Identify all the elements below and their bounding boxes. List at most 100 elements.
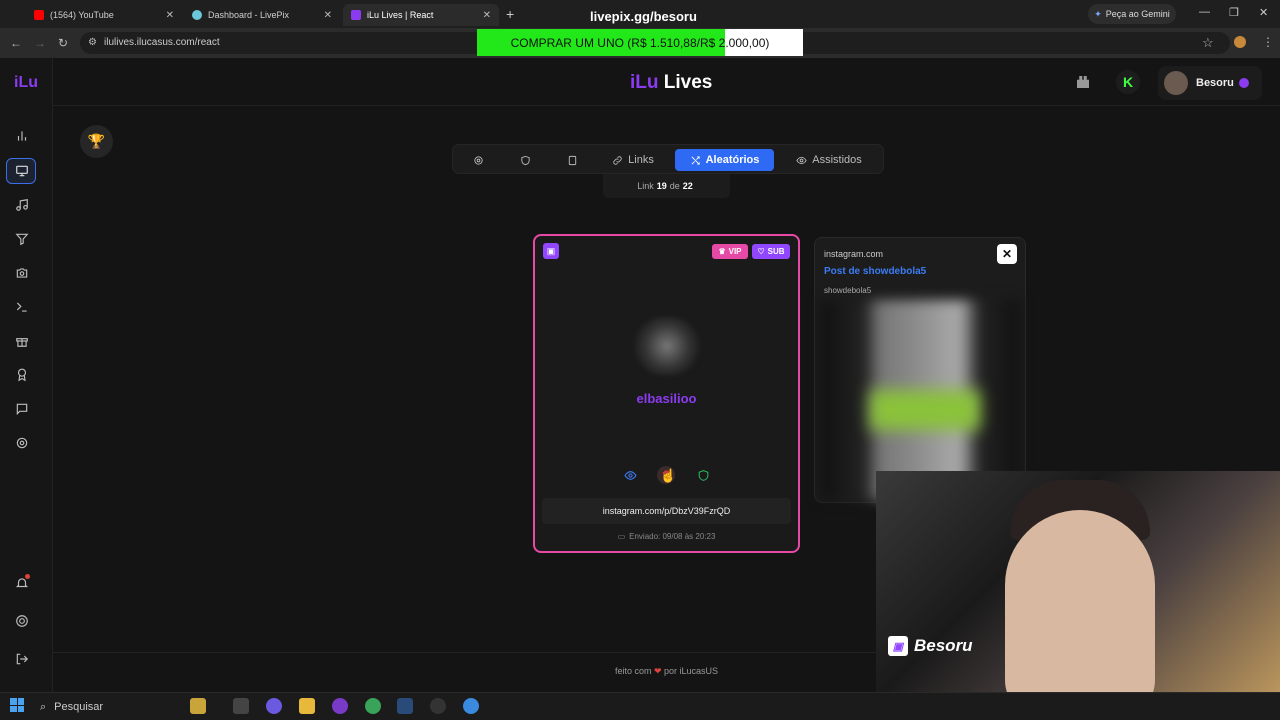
heart-icon: ❤ <box>653 666 665 676</box>
notification-dot <box>25 574 30 579</box>
tab-watched[interactable]: Assistidos <box>787 149 871 171</box>
avatar <box>1164 71 1188 95</box>
card-link-url[interactable]: instagram.com/p/DbzV39FzrQD <box>542 498 791 524</box>
bell-icon[interactable] <box>12 573 32 593</box>
chrome-active-icon[interactable] <box>463 698 479 714</box>
counter-prefix: Link <box>637 181 654 191</box>
tab-random[interactable]: Aleatórios <box>675 149 774 171</box>
eye-icon <box>796 156 807 164</box>
close-window-icon[interactable]: ✕ <box>1259 6 1268 19</box>
bookmark-star-icon[interactable]: ☆ <box>1202 35 1214 51</box>
logout-icon[interactable] <box>12 649 32 669</box>
trophy-button[interactable]: 🏆 <box>80 125 113 158</box>
tab-label: Aleatórios <box>705 154 760 166</box>
browser-tab-ilu[interactable]: iLu Lives | React ✕ <box>343 4 499 26</box>
counter-total: 22 <box>682 181 693 191</box>
close-preview-button[interactable]: ✕ <box>997 244 1017 264</box>
steam-icon[interactable] <box>397 698 413 714</box>
sender-username: elbasilioo <box>636 391 697 406</box>
back-icon[interactable]: ← <box>10 36 22 50</box>
counter-sep: de <box>669 181 680 191</box>
twitch-icon: ▣ <box>543 243 559 259</box>
preview-user: showdebola5 <box>824 286 872 295</box>
webcam-name: Besoru <box>914 636 973 655</box>
sub-badge: ♡ SUB <box>752 244 790 259</box>
close-icon[interactable]: ✕ <box>483 10 491 21</box>
preview-title[interactable]: Post de showdebola5 <box>824 266 926 277</box>
terminal-icon[interactable] <box>12 297 32 317</box>
gift-widget-icon[interactable] <box>190 698 206 714</box>
camera-icon[interactable] <box>12 263 32 283</box>
music-icon[interactable] <box>12 195 32 215</box>
vip-label: VIP <box>728 247 742 256</box>
logo-suffix: Lives <box>658 72 713 93</box>
calendar-icon: ▭ <box>617 532 626 541</box>
link-counter: Link 19 de 22 <box>603 174 730 198</box>
moderate-button[interactable] <box>694 466 712 484</box>
chrome-icon[interactable] <box>365 698 381 714</box>
maximize-icon[interactable]: ❐ <box>1229 6 1239 19</box>
tab-tablet[interactable] <box>561 149 583 171</box>
eye-icon <box>623 470 637 480</box>
app-logo[interactable]: iLu Lives <box>630 72 712 94</box>
box-icon[interactable] <box>1074 73 1092 91</box>
livepix-icon <box>192 10 202 20</box>
sender-avatar <box>634 317 700 375</box>
site-info-icon[interactable]: ⚙ <box>88 37 97 48</box>
file-explorer-icon[interactable] <box>299 698 315 714</box>
minimize-icon[interactable]: — <box>1199 6 1210 18</box>
gift-icon[interactable] <box>12 331 32 351</box>
react-tabbar: Links Aleatórios Assistidos <box>452 144 884 174</box>
search-icon: ⌕ <box>40 700 47 713</box>
window-title: livepix.gg/besoru <box>590 9 697 24</box>
close-icon[interactable]: ✕ <box>324 10 332 21</box>
browser-tab-livepix[interactable]: Dashboard - LivePix ✕ <box>184 4 340 26</box>
chat-icon[interactable] <box>12 399 32 419</box>
profile-icon[interactable] <box>1234 36 1246 48</box>
cursor-hand-icon: ☝ <box>660 468 677 483</box>
url-text[interactable]: ilulives.ilucasus.com/react <box>104 37 220 48</box>
kick-button[interactable]: K <box>1116 70 1140 94</box>
verified-badge-icon <box>1238 78 1249 88</box>
menu-kebab-icon[interactable]: ⋮ <box>1262 35 1274 49</box>
link-icon <box>613 155 622 165</box>
lifebuoy-icon[interactable] <box>12 611 32 631</box>
reload-icon[interactable]: ↻ <box>58 36 68 50</box>
user-menu[interactable]: Besoru <box>1158 66 1262 100</box>
close-icon[interactable]: ✕ <box>166 10 174 21</box>
tab-settings[interactable] <box>467 149 489 171</box>
gemini-button[interactable]: ✦ Peça ao Gemini <box>1088 4 1176 24</box>
youtube-icon <box>34 10 44 20</box>
tab-label: iLu Lives | React <box>367 10 434 20</box>
forward-icon[interactable]: → <box>34 36 46 50</box>
webcam-label: ▣ Besoru <box>888 636 973 656</box>
windows-start-icon[interactable] <box>10 698 24 712</box>
tab-links[interactable]: Links <box>608 149 658 171</box>
tab-shield[interactable] <box>514 149 536 171</box>
promo-goal-banner: COMPRAR UM UNO (R$ 1.510,88/R$ 2.000,00) <box>477 29 803 56</box>
counter-current: 19 <box>656 181 667 191</box>
obs-icon[interactable] <box>430 698 446 714</box>
tab-label: Assistidos <box>812 154 862 166</box>
award-icon[interactable] <box>12 365 32 385</box>
vip-icon: ♛ <box>718 247 726 256</box>
settings-icon[interactable] <box>12 433 32 453</box>
preview-image-highlight <box>870 390 980 430</box>
filter-icon[interactable] <box>12 229 32 249</box>
shield-icon <box>698 469 708 481</box>
username: Besoru <box>1196 77 1234 89</box>
logo-prefix: iLu <box>630 72 659 93</box>
shuffle-icon <box>691 155 700 165</box>
sidebar-logo[interactable]: iLu <box>14 74 38 92</box>
browser-tab-youtube[interactable]: (1564) YouTube ✕ <box>26 4 182 26</box>
webcam-person-face <box>1005 510 1155 720</box>
app-icon-1[interactable] <box>332 698 348 714</box>
chart-icon[interactable] <box>12 126 32 146</box>
new-tab-button[interactable]: + <box>506 6 514 22</box>
view-button[interactable] <box>621 466 639 484</box>
monitor-icon[interactable] <box>12 161 32 181</box>
footer-before: feito com <box>614 666 652 676</box>
task-view-icon[interactable] <box>233 698 249 714</box>
twitch-icon: ▣ <box>888 636 908 656</box>
copilot-icon[interactable] <box>266 698 282 714</box>
